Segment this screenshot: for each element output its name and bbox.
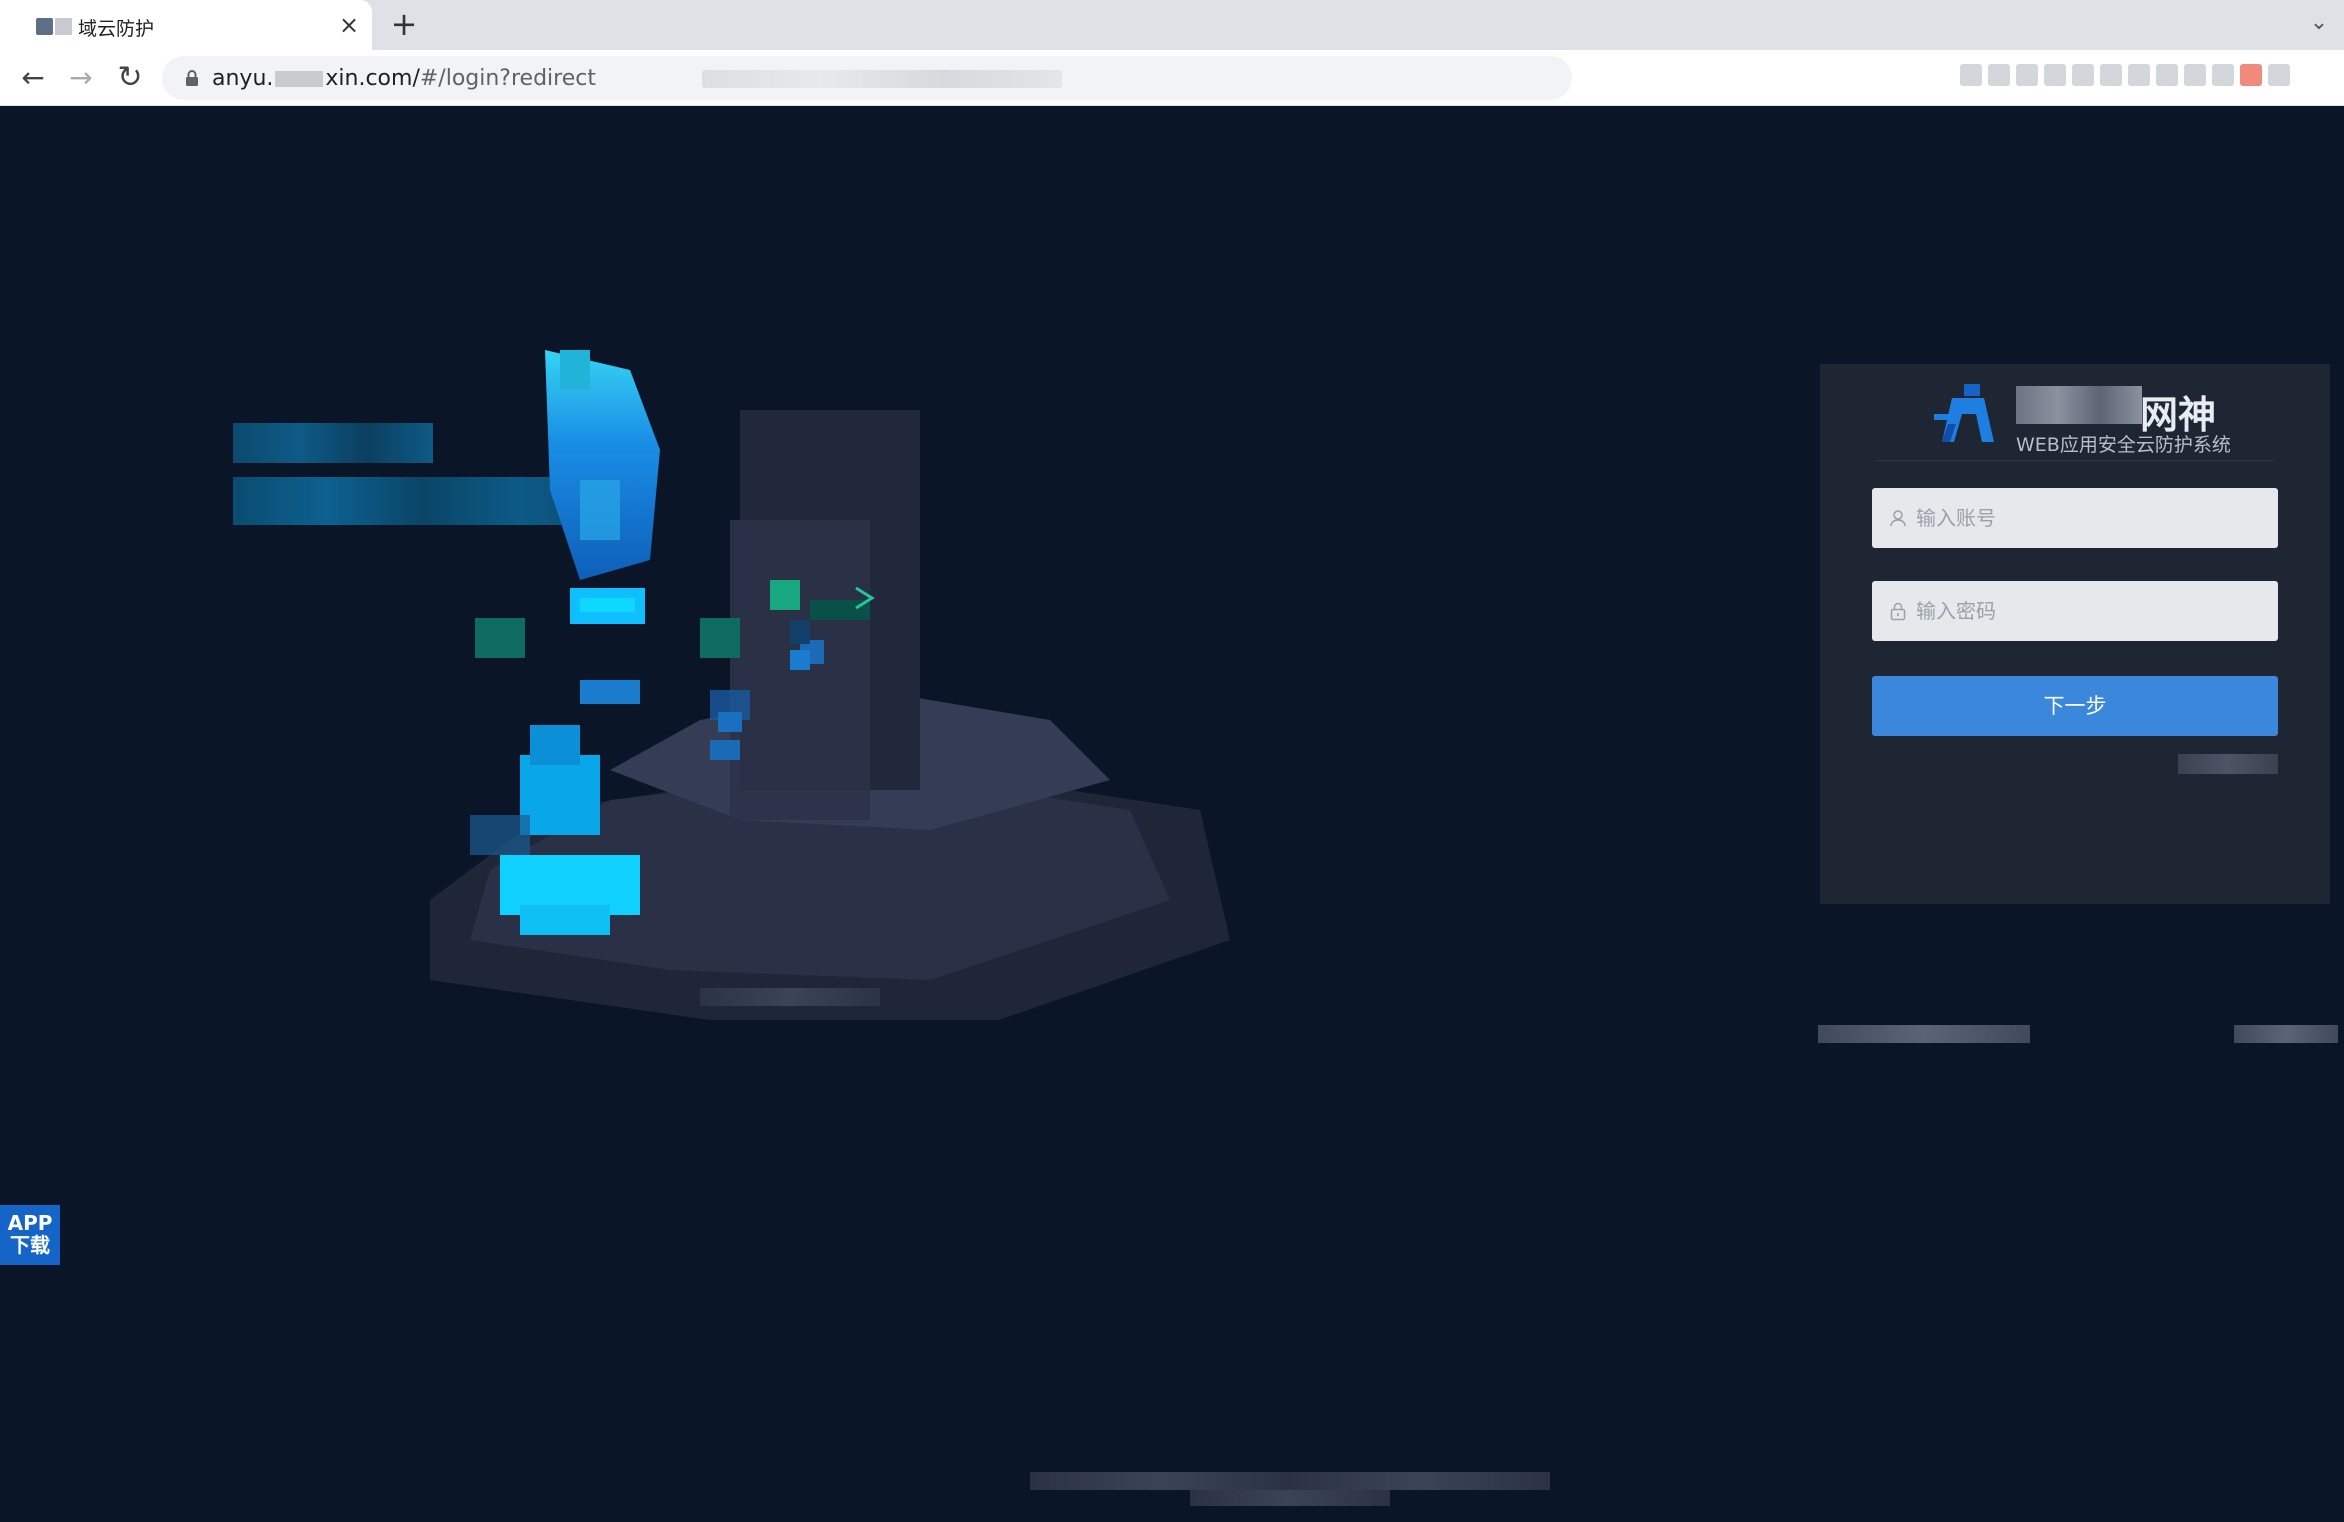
tab-close-icon[interactable]: × bbox=[334, 10, 364, 40]
profile-icon[interactable] bbox=[2240, 64, 2262, 86]
url-host-end: xin.com/ bbox=[325, 66, 420, 91]
back-button[interactable]: ← bbox=[13, 58, 53, 98]
extension-icon[interactable] bbox=[2100, 64, 2122, 86]
password-input[interactable] bbox=[1916, 581, 2266, 641]
extension-icon[interactable] bbox=[2212, 64, 2234, 86]
below-card-link-redacted[interactable] bbox=[1818, 1025, 2030, 1043]
divider bbox=[1876, 460, 2274, 461]
app-download-line-1: APP bbox=[7, 1211, 53, 1235]
extension-icons bbox=[1960, 64, 2290, 92]
hero-caption-redacted bbox=[700, 988, 880, 1006]
browser-toolbar: ← → ↻ anyu. xin.com/#/login?redirect bbox=[0, 50, 2344, 106]
below-card-link-redacted[interactable] bbox=[2234, 1025, 2338, 1043]
url-host-start: anyu. bbox=[212, 66, 274, 91]
extension-icon[interactable] bbox=[2156, 64, 2178, 86]
logo-name-mask bbox=[2016, 386, 2142, 424]
account-field[interactable] bbox=[1872, 488, 2278, 548]
shield-logo-icon bbox=[1934, 384, 1994, 442]
login-card: 网神 WEB应用安全云防护系统 下一步 bbox=[1820, 364, 2330, 904]
footer-line-1-mask bbox=[1030, 1472, 1550, 1490]
url-path: #/login?redirect bbox=[419, 66, 596, 91]
address-bar[interactable]: anyu. xin.com/#/login?redirect bbox=[162, 56, 1572, 100]
password-field[interactable] bbox=[1872, 581, 2278, 641]
slogan-line-1-mask bbox=[233, 423, 433, 463]
reload-button[interactable]: ↻ bbox=[110, 58, 150, 98]
user-icon bbox=[1890, 510, 1906, 527]
extension-icon[interactable] bbox=[1988, 64, 2010, 86]
extension-icon[interactable] bbox=[2044, 64, 2066, 86]
extension-icon[interactable] bbox=[2016, 64, 2038, 86]
left-glow-orb-illustration bbox=[470, 725, 640, 935]
favicon-mask bbox=[55, 18, 72, 35]
next-step-button[interactable]: 下一步 bbox=[1872, 676, 2278, 736]
account-input[interactable] bbox=[1916, 488, 2266, 548]
tab-search-chevron-icon[interactable]: ⌄ bbox=[2304, 8, 2334, 38]
tab-title: 域云防护 bbox=[78, 18, 155, 40]
extension-icon[interactable] bbox=[2128, 64, 2150, 86]
menu-icon[interactable] bbox=[2268, 64, 2290, 86]
url-text: anyu. xin.com/#/login?redirect bbox=[212, 66, 596, 91]
padlock-icon bbox=[1890, 602, 1906, 621]
browser-tab-active[interactable]: 域云防护 × bbox=[0, 0, 372, 50]
extension-icon[interactable] bbox=[2184, 64, 2206, 86]
site-favicon-icon bbox=[36, 18, 53, 35]
footer-line-2-mask bbox=[1190, 1490, 1390, 1506]
lock-icon[interactable] bbox=[182, 68, 202, 88]
url-redacted bbox=[702, 70, 1062, 88]
extension-icon[interactable] bbox=[1960, 64, 1982, 86]
app-download-line-2: 下载 bbox=[10, 1233, 50, 1257]
browser-tabstrip: 域云防护 × + ⌄ bbox=[0, 0, 2344, 50]
extension-icon[interactable] bbox=[2072, 64, 2094, 86]
app-download-badge[interactable]: APP 下载 bbox=[0, 1205, 60, 1265]
url-mask bbox=[275, 71, 324, 87]
new-tab-button[interactable]: + bbox=[388, 8, 420, 41]
footer-redacted bbox=[1030, 1460, 1550, 1510]
card-link-redacted[interactable] bbox=[2178, 754, 2278, 774]
logo-subtitle: WEB应用安全云防护系统 bbox=[2016, 434, 2231, 456]
forward-button[interactable]: → bbox=[61, 58, 101, 98]
